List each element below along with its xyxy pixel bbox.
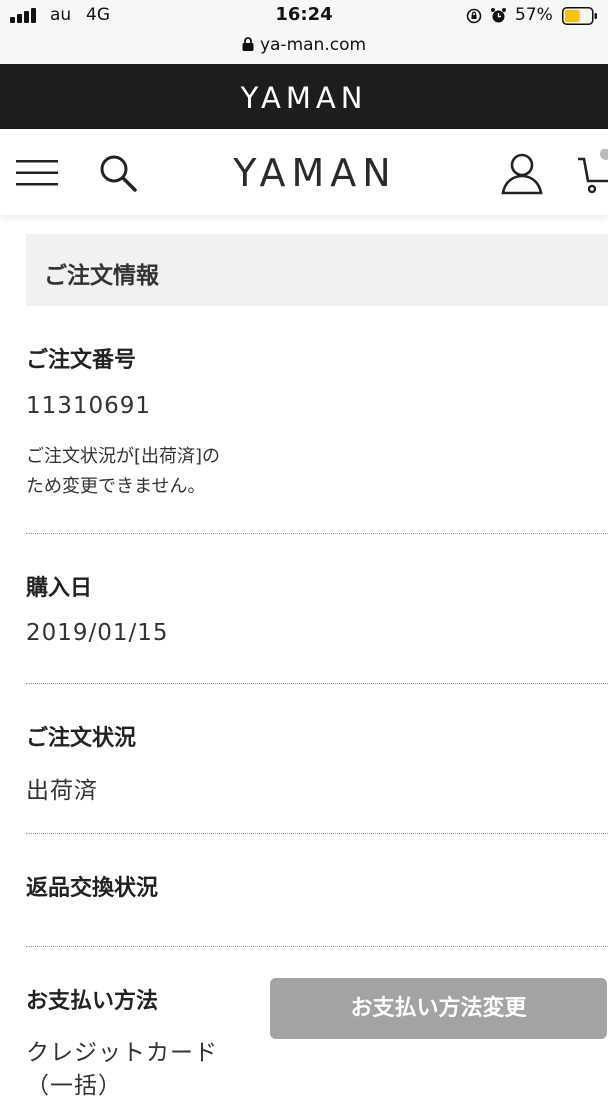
- status-note: ご注文状況が[出荷済]の ため変更できません。: [26, 442, 286, 502]
- alarm-icon: [491, 8, 506, 23]
- divider: [26, 833, 608, 834]
- divider: [26, 683, 608, 684]
- orientation-lock-icon: [466, 8, 482, 24]
- brand-band: YAMAN: [0, 64, 608, 129]
- purchase-date-value: 2019/01/15: [26, 620, 169, 646]
- site-header: YAMAN: [0, 129, 608, 215]
- battery-icon: [562, 7, 597, 25]
- battery-percent: 57%: [515, 5, 553, 25]
- return-status-label: 返品交換状況: [26, 876, 159, 901]
- section-title: ご注文情報: [44, 263, 159, 289]
- purchase-date-label: 購入日: [26, 576, 93, 601]
- padlock-icon: [242, 37, 254, 51]
- divider: [26, 533, 608, 534]
- order-status-label: ご注文状況: [26, 726, 137, 751]
- divider: [26, 946, 608, 947]
- order-status-value: 出荷済: [26, 778, 98, 804]
- order-number-value: 11310691: [26, 393, 152, 419]
- payment-method-value: クレジットカード: [26, 1040, 218, 1066]
- status-note-line2: ため変更できません。: [26, 476, 206, 497]
- order-number-label: ご注文番号: [26, 348, 137, 373]
- address-bar[interactable]: ya-man.com: [0, 34, 608, 64]
- url-text: ya-man.com: [259, 35, 367, 55]
- cart-icon[interactable]: [576, 149, 608, 195]
- payment-method-label: お支払い方法: [26, 989, 159, 1014]
- brand-logo[interactable]: YAMAN: [0, 81, 608, 115]
- section-heading: ご注文情報: [26, 234, 608, 306]
- account-icon[interactable]: [500, 151, 544, 195]
- status-note-line1: ご注文状況が[出荷済]の: [26, 446, 221, 467]
- change-payment-button[interactable]: お支払い方法変更: [270, 978, 607, 1039]
- status-bar: au 4G 16:24 57%: [0, 0, 608, 34]
- payment-method-detail: （一括）: [26, 1073, 122, 1099]
